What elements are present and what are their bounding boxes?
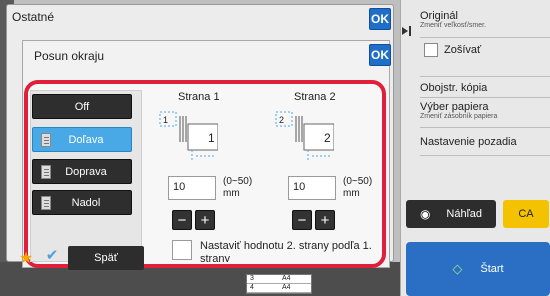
side1-minus-button[interactable]: − — [172, 210, 192, 230]
duplex-label: Obojstr. kópia — [420, 82, 488, 94]
original-label: Originál — [420, 10, 458, 22]
side1-small-num: 1 — [163, 115, 168, 125]
side2-value-input[interactable]: 10 — [288, 176, 336, 200]
side1-plus-button[interactable]: + — [195, 210, 215, 230]
option-right-label: Doprava — [65, 165, 107, 178]
option-down-label: Nadol — [71, 196, 101, 209]
page-right-icon — [41, 165, 51, 179]
side2-minus-button[interactable]: − — [292, 210, 312, 230]
option-left-button[interactable]: Doľava — [32, 127, 132, 152]
paper-label: Výber papiera — [420, 101, 489, 113]
start-label: Štart — [480, 263, 504, 275]
tray-size: A4 — [282, 275, 291, 282]
back-button[interactable]: Späť — [68, 246, 144, 270]
preview-label: Náhľad — [446, 208, 483, 220]
paper-item[interactable]: Výber papiera Zmeniť zásobník papiera — [420, 98, 550, 128]
side2-unit: mm — [343, 188, 360, 199]
option-off-label: Off — [74, 100, 90, 113]
original-item[interactable]: Originál Zmeniť veľkosť/smer. — [420, 6, 550, 38]
tray-status-table: 3 A4 4 A4 — [246, 274, 312, 294]
panel-toggle-arrow-icon[interactable] — [402, 27, 408, 35]
table-row: 3 A4 — [247, 275, 311, 284]
side1-range: (0~50) mm — [223, 176, 252, 200]
staple-item[interactable]: Zošívať — [420, 38, 550, 68]
favorite-star-icon[interactable]: ★ — [14, 248, 38, 270]
side2-range: (0~50) mm — [343, 176, 372, 200]
match-side2-label: Nastaviť hodnotu 2. strany podľa 1. stra… — [200, 240, 378, 262]
preview-button[interactable]: ◉ Náhľad — [406, 200, 496, 228]
panel-toggle-bar-icon[interactable] — [409, 26, 411, 36]
option-left-label: Doľava — [68, 133, 104, 146]
match-side2-checkbox[interactable] — [172, 240, 192, 260]
inner-dialog-title: Posun okraju — [34, 49, 105, 63]
paper-sublabel: Zmeniť zásobník papiera — [420, 113, 498, 120]
match-side2-label-line1: Nastaviť hodnotu 2. strany podľa 1. — [200, 240, 372, 252]
ca-button[interactable]: CA — [503, 200, 549, 228]
side2-small-num: 2 — [279, 115, 284, 125]
side2-range-text: (0~50) — [343, 176, 373, 187]
outer-dialog-title: Ostatné — [12, 10, 55, 24]
side1-title: Strana 1 — [178, 91, 220, 103]
side2-page-illustration: 2 2 — [275, 111, 334, 160]
side1-range-text: (0~50) — [223, 176, 253, 187]
start-button[interactable]: ◇ Štart — [406, 242, 550, 296]
side1-page-num: 1 — [208, 131, 215, 145]
side2-title: Strana 2 — [294, 91, 336, 103]
tray-number: 4 — [250, 284, 254, 291]
staple-label: Zošívať — [444, 44, 482, 56]
match-side2-label-line2: strany — [200, 253, 230, 262]
option-off-button[interactable]: Off — [32, 94, 132, 119]
side1-value-input[interactable]: 10 — [168, 176, 216, 200]
start-icon: ◇ — [452, 261, 463, 276]
side1-unit: mm — [223, 188, 240, 199]
tray-size: A4 — [282, 284, 291, 291]
background-label: Nastavenie pozadia — [420, 136, 517, 148]
preview-icon: ◉ — [419, 207, 431, 221]
page-down-icon — [41, 196, 51, 210]
background-item[interactable]: Nastavenie pozadia — [420, 128, 550, 156]
check-icon[interactable]: ✔ — [40, 246, 64, 270]
page-left-icon — [41, 133, 51, 147]
side2-plus-button[interactable]: + — [315, 210, 335, 230]
side2-page-num: 2 — [324, 131, 331, 145]
tray-number: 3 — [250, 275, 254, 282]
option-down-button[interactable]: Nadol — [32, 190, 132, 215]
table-row: 4 A4 — [247, 284, 311, 293]
side1-page-illustration: 1 1 — [159, 111, 218, 160]
original-sublabel: Zmeniť veľkosť/smer. — [420, 22, 487, 29]
option-right-button[interactable]: Doprava — [32, 159, 132, 184]
outer-ok-button[interactable]: OK — [369, 8, 391, 30]
inner-ok-button[interactable]: OK — [369, 44, 391, 66]
duplex-item[interactable]: Obojstr. kópia — [420, 76, 550, 98]
